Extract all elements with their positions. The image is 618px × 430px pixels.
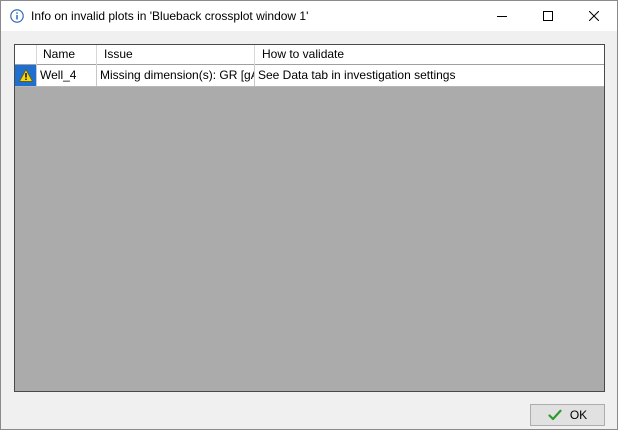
row-status-cell <box>15 65 37 86</box>
checkmark-icon <box>548 409 562 421</box>
maximize-icon <box>543 11 553 21</box>
invalid-plots-grid[interactable]: Name Issue How to validate Well_4 Missin… <box>14 44 605 392</box>
close-icon <box>589 11 599 21</box>
column-header-status[interactable] <box>15 45 37 65</box>
minimize-button[interactable] <box>479 1 525 31</box>
column-header-how-to-validate[interactable]: How to validate <box>255 45 604 65</box>
ok-button[interactable]: OK <box>530 404 605 426</box>
window-title: Info on invalid plots in 'Blueback cross… <box>31 9 309 23</box>
info-icon <box>10 9 24 23</box>
row-how-to-validate-cell: See Data tab in investigation settings <box>258 68 456 82</box>
row-name-cell: Well_4 <box>37 65 97 86</box>
minimize-icon <box>497 16 507 17</box>
grid-header: Name Issue How to validate <box>15 45 604 65</box>
title-bar[interactable]: Info on invalid plots in 'Blueback cross… <box>1 1 617 31</box>
column-header-name[interactable]: Name <box>37 45 97 65</box>
maximize-button[interactable] <box>525 1 571 31</box>
column-header-issue[interactable]: Issue <box>97 45 255 65</box>
table-row[interactable]: Well_4 Missing dimension(s): GR [gAPI] S… <box>15 65 604 87</box>
ok-button-label: OK <box>569 408 588 422</box>
row-issue-cell: Missing dimension(s): GR [gAPI] <box>97 65 255 86</box>
warning-icon <box>18 69 33 82</box>
dialog-window: Info on invalid plots in 'Blueback cross… <box>0 0 618 430</box>
close-button[interactable] <box>571 1 617 31</box>
